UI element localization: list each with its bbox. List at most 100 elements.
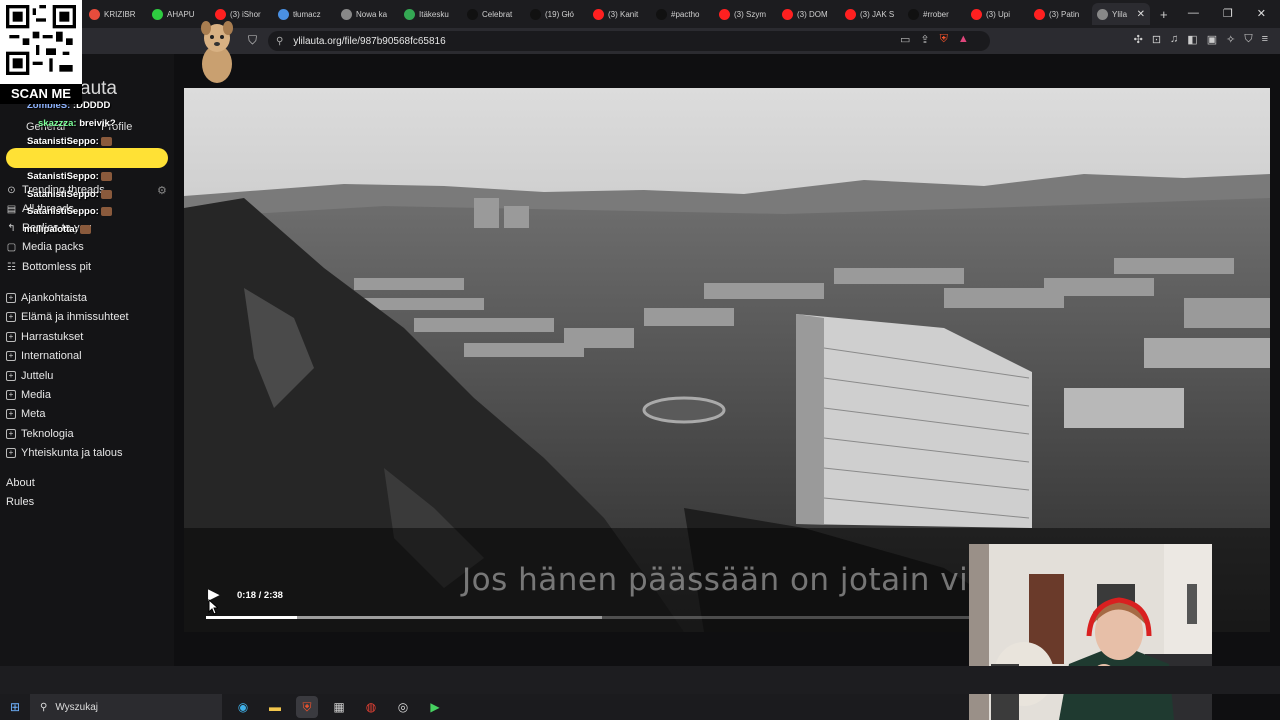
browser-tab[interactable]: KRIZIBR bbox=[84, 3, 147, 25]
browser-tab[interactable]: tłumacz bbox=[273, 3, 336, 25]
expand-plus-icon[interactable]: + bbox=[6, 428, 16, 439]
browser-tab[interactable]: (3) Patin bbox=[1029, 3, 1092, 25]
sidebar-board-item[interactable]: + Yhteiskunta ja talous bbox=[6, 447, 123, 459]
sidebar-board-item[interactable]: + Teknologia bbox=[6, 428, 74, 440]
chat-message: SatanistiSeppo: bbox=[27, 189, 112, 200]
sidebar-board-item[interactable]: + Elämä ja ihmissuhteet bbox=[6, 311, 129, 323]
tab-strip: KRIZIBR AHAPU (3) iShor tłumacz Nowa ka Itäke… bbox=[0, 0, 1280, 28]
tab-favicon-icon bbox=[467, 8, 478, 20]
browser-tab[interactable]: (3) JAK S bbox=[840, 3, 903, 25]
browser-tab[interactable]: Celebrat bbox=[462, 3, 525, 25]
sidebar-item-bottomless-pit[interactable]: ☷ Bottomless pit bbox=[6, 261, 91, 273]
pit-icon: ☷ bbox=[7, 261, 16, 273]
sidebar-item-label: Meta bbox=[21, 408, 46, 421]
chrome-icon[interactable]: ◍ bbox=[360, 696, 382, 718]
browser-tab[interactable]: (19) Głó bbox=[525, 3, 588, 25]
sidebar-item-label: Harrastukset bbox=[21, 330, 84, 343]
file-explorer-icon[interactable]: ▬ bbox=[264, 696, 286, 718]
close-tab-icon[interactable]: ✕ bbox=[1137, 9, 1145, 20]
tab-favicon-icon bbox=[1034, 8, 1045, 20]
chat-message: SatanistiSeppo: bbox=[27, 171, 112, 182]
rewards-icon[interactable]: ▲ bbox=[958, 33, 969, 46]
screenshot-icon[interactable]: ⊡ bbox=[1152, 33, 1161, 46]
expand-plus-icon[interactable]: + bbox=[6, 293, 16, 303]
tab-label: (3) Patin bbox=[1049, 9, 1080, 19]
browser-tab[interactable]: (3) Szym bbox=[714, 3, 777, 25]
browser-tab[interactable]: #rrober bbox=[903, 3, 966, 25]
expand-plus-icon[interactable]: + bbox=[6, 448, 16, 459]
close-window-icon[interactable]: ✕ bbox=[1257, 7, 1266, 20]
obs-icon[interactable]: ◎ bbox=[392, 696, 414, 718]
brave-shield-icon[interactable]: ⛨ bbox=[940, 33, 948, 46]
storage-app-icon[interactable]: ▦ bbox=[328, 696, 350, 718]
streaming-app-icon[interactable]: ▶ bbox=[424, 696, 446, 718]
chat-emote-icon bbox=[100, 136, 112, 146]
tab-favicon-icon bbox=[89, 8, 100, 20]
sidebar-toggle-icon[interactable]: ◧ bbox=[1187, 33, 1197, 46]
toolbar-icons: ✣ ⊡ ♫ ◧ ▣ ✧ ⛉ ≡ bbox=[1134, 33, 1268, 46]
site-info-icon[interactable]: ⚲ bbox=[276, 36, 283, 47]
tab-favicon-icon bbox=[845, 8, 856, 20]
footer-link-label: Rules bbox=[6, 496, 35, 508]
wallet-icon[interactable]: ▣ bbox=[1207, 33, 1217, 46]
browser-tab[interactable]: Itäkesku bbox=[399, 3, 462, 25]
footer-link-about[interactable]: About bbox=[6, 477, 35, 489]
address-bar[interactable]: ⚲ ylilauta.org/file/987b90568fc65816 bbox=[268, 31, 990, 51]
expand-plus-icon[interactable]: + bbox=[6, 370, 16, 381]
taskbar-search-placeholder: Wyszukaj bbox=[55, 701, 99, 713]
expand-plus-icon[interactable]: + bbox=[6, 390, 16, 400]
window-controls: — ❐ ✕ bbox=[1188, 7, 1266, 20]
expand-plus-icon[interactable]: + bbox=[6, 409, 16, 420]
chat-username: SatanistiSeppo: bbox=[27, 136, 99, 147]
share-icon[interactable]: ⇪ bbox=[920, 33, 929, 46]
tab-label: (3) JAK S bbox=[860, 9, 895, 19]
browser-tab-active[interactable]: Ylila ✕ bbox=[1092, 3, 1150, 25]
taskbar-search[interactable]: ⚲ Wyszukaj bbox=[30, 694, 222, 720]
music-icon[interactable]: ♫ bbox=[1170, 33, 1178, 46]
footer-link-rules[interactable]: Rules bbox=[6, 496, 34, 508]
browser-tab[interactable]: (3) Upi bbox=[966, 3, 1029, 25]
browser-tab[interactable]: Nowa ka bbox=[336, 3, 399, 25]
minimize-icon[interactable]: — bbox=[1188, 7, 1199, 20]
sidebar-board-item[interactable]: + Ajankohtaista bbox=[6, 292, 87, 304]
browser-tab[interactable]: #pactho bbox=[651, 3, 714, 25]
expand-plus-icon[interactable]: + bbox=[6, 351, 16, 362]
windows-taskbar: ⊞ ⚲ Wyszukaj ◉ ▬ ⛨ ▦ ◍ ◎ ▶ bbox=[0, 694, 969, 720]
tab-label: #pactho bbox=[671, 9, 700, 19]
restore-icon[interactable]: ❐ bbox=[1223, 7, 1233, 20]
chat-emote-icon bbox=[100, 189, 112, 199]
browser-tab[interactable]: (3) Kanit bbox=[588, 3, 651, 25]
edge-icon[interactable]: ◉ bbox=[232, 696, 254, 718]
site-logo[interactable]: auta bbox=[80, 78, 117, 100]
sidebar-board-item[interactable]: + International bbox=[6, 350, 82, 362]
expand-plus-icon[interactable]: + bbox=[6, 331, 16, 342]
bookmark-icon[interactable]: ⛉ bbox=[248, 33, 257, 48]
vpn-icon[interactable]: ⛉ bbox=[1244, 33, 1252, 46]
taskbar-apps: ◉ ▬ ⛨ ▦ ◍ ◎ ▶ bbox=[232, 696, 446, 718]
footer-link-label: About bbox=[6, 477, 35, 489]
sidebar-board-item[interactable]: + Juttelu bbox=[6, 370, 53, 382]
windows-start-icon[interactable]: ⊞ bbox=[0, 700, 30, 714]
chat-emote-icon bbox=[100, 171, 112, 181]
sidebar-item-label: Media packs bbox=[22, 241, 84, 253]
sidebar-item-label: International bbox=[21, 350, 82, 363]
video-progress-bar[interactable] bbox=[206, 616, 998, 619]
sidebar-board-item[interactable]: + Media bbox=[6, 389, 51, 401]
settings-gear-icon[interactable]: ⚙ bbox=[157, 184, 167, 197]
highlight-bar bbox=[6, 148, 168, 168]
menu-icon[interactable]: ≡ bbox=[1262, 33, 1268, 46]
brave-browser-icon[interactable]: ⛨ bbox=[296, 696, 318, 718]
sidebar-board-item[interactable]: + Harrastukset bbox=[6, 331, 83, 343]
sidebar-item-label: Yhteiskunta ja talous bbox=[21, 447, 123, 460]
video-time: 0:18 / 2:38 bbox=[237, 590, 283, 601]
chat-username: skazzza: bbox=[38, 118, 77, 129]
extensions-icon[interactable]: ✣ bbox=[1134, 33, 1143, 46]
sidebar-item-media-packs[interactable]: ▢ Media packs bbox=[6, 241, 84, 253]
browser-tab[interactable]: (3) DOM bbox=[777, 3, 840, 25]
expand-plus-icon[interactable]: + bbox=[6, 312, 16, 323]
new-tab-button[interactable]: + bbox=[1160, 7, 1168, 22]
search-icon: ⚲ bbox=[40, 701, 48, 713]
sidebar-board-item[interactable]: + Meta bbox=[6, 408, 45, 420]
leo-icon[interactable]: ✧ bbox=[1226, 33, 1235, 46]
cast-icon[interactable]: ▭ bbox=[900, 33, 910, 46]
